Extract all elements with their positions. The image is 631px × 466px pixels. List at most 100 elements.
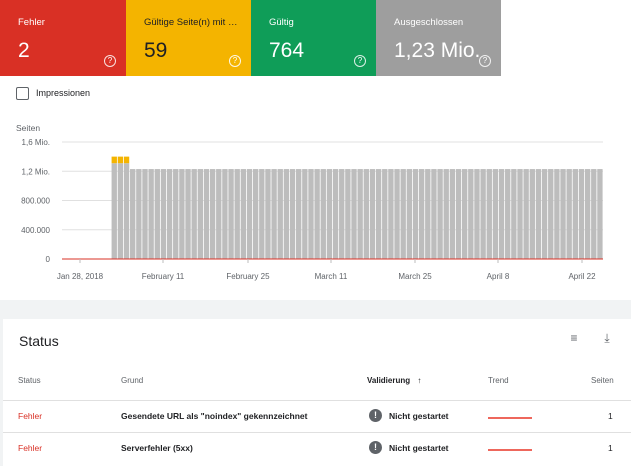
table-row[interactable]: Fehler Serverfehler (5xx) ! Nicht gestar… (3, 432, 631, 465)
bar (468, 169, 474, 259)
col-header-validierung[interactable]: Validierung ↑ (367, 376, 421, 385)
coverage-panel: Fehler 2 ? Gültige Seite(n) mit Warnunge… (0, 0, 631, 300)
bar (111, 163, 117, 259)
bar (228, 169, 234, 259)
bar (185, 169, 191, 259)
col-header-status: Status (18, 376, 41, 385)
bar (529, 169, 535, 259)
bar (498, 169, 505, 259)
pages-chart: 1,6 Mio. 1,2 Mio. 800.000 400.000 0 Jan 28, 2… (21, 138, 603, 281)
tile-ausgeschlossen[interactable]: Ausgeschlossen 1,23 Mio. ? (376, 0, 501, 76)
bar (166, 169, 173, 259)
help-icon[interactable]: ? (354, 55, 366, 67)
impressions-checkbox[interactable] (16, 87, 29, 100)
col-header-validierung-label: Validierung (367, 376, 411, 385)
tile-label: Fehler (18, 17, 45, 28)
bar (591, 169, 597, 259)
bar (123, 156, 130, 164)
bar (480, 169, 486, 259)
x-tick-label: March 11 (315, 272, 348, 281)
bar (523, 169, 529, 259)
row-validierung: Nicht gestartet (389, 443, 449, 453)
x-tick-label: February 25 (226, 272, 270, 281)
bar (400, 169, 406, 259)
row-status: Fehler (18, 411, 43, 421)
bar (554, 169, 560, 259)
bar (246, 169, 253, 259)
bar (154, 169, 160, 259)
bar (173, 169, 179, 259)
bar (148, 169, 154, 259)
bar (314, 169, 320, 259)
row-grund: Serverfehler (5xx) (121, 443, 193, 453)
bar (252, 169, 259, 259)
bar (584, 169, 591, 259)
col-header-seiten: Seiten (591, 376, 614, 385)
status-title: Status (19, 333, 59, 349)
tile-label: Ausgeschlossen (394, 17, 464, 28)
help-icon[interactable]: ? (104, 55, 116, 67)
bar (179, 169, 185, 259)
help-icon[interactable]: ? (229, 55, 241, 67)
bar (437, 169, 443, 259)
bar (572, 169, 579, 259)
bar (566, 169, 572, 259)
bar (203, 169, 210, 259)
warning-icon: ! (369, 441, 382, 454)
bar (535, 169, 542, 259)
bar (511, 169, 517, 259)
bar (259, 169, 265, 259)
bar (339, 169, 345, 259)
bar (191, 169, 197, 259)
tile-gueltig[interactable]: Gültig 764 ? (251, 0, 376, 76)
warning-icon: ! (369, 409, 382, 422)
bar (363, 169, 369, 259)
bar (111, 156, 117, 164)
bar (136, 169, 142, 259)
bar (283, 169, 290, 259)
bar (271, 169, 277, 259)
bar (265, 169, 271, 259)
tile-gueltig-warnungen[interactable]: Gültige Seite(n) mit Warnungen 59 ? (126, 0, 251, 76)
filter-icon[interactable]: ≡ (566, 331, 582, 345)
bar (382, 169, 388, 259)
bar (302, 169, 308, 259)
x-tick-label: April 8 (487, 272, 510, 281)
trend-sparkline (488, 449, 532, 451)
tile-fehler[interactable]: Fehler 2 ? (0, 0, 126, 76)
download-icon[interactable]: ⤓ (599, 331, 615, 345)
bar (597, 169, 603, 259)
bar (222, 169, 228, 259)
bar (117, 156, 124, 164)
bar (443, 169, 449, 259)
y-tick-label: 800.000 (21, 197, 50, 206)
sort-arrow-icon: ↑ (417, 376, 422, 385)
bar (412, 169, 419, 259)
trend-sparkline (488, 417, 532, 419)
bar (216, 169, 222, 259)
bar (449, 169, 456, 259)
bar (130, 169, 136, 259)
bar (486, 169, 492, 259)
x-tick-label: March 25 (398, 272, 432, 281)
bar (351, 169, 357, 259)
row-grund: Gesendete URL als "noindex" gekennzeichn… (121, 411, 308, 421)
row-status: Fehler (18, 443, 43, 453)
bar (369, 169, 376, 259)
table-row[interactable]: Fehler Gesendete URL als "noindex" geken… (3, 400, 631, 433)
row-seiten: 1 (608, 411, 613, 421)
x-tick-label: February 11 (142, 272, 185, 281)
bar (332, 169, 339, 259)
bar (548, 169, 554, 259)
bar (289, 169, 296, 259)
bar (388, 169, 394, 259)
bar (326, 169, 333, 259)
bar (123, 163, 130, 259)
bar (505, 169, 511, 259)
bar (418, 169, 425, 259)
bar (425, 169, 431, 259)
help-icon[interactable]: ? (479, 55, 491, 67)
bar (474, 169, 480, 259)
bar (296, 169, 302, 259)
bar (234, 169, 240, 259)
